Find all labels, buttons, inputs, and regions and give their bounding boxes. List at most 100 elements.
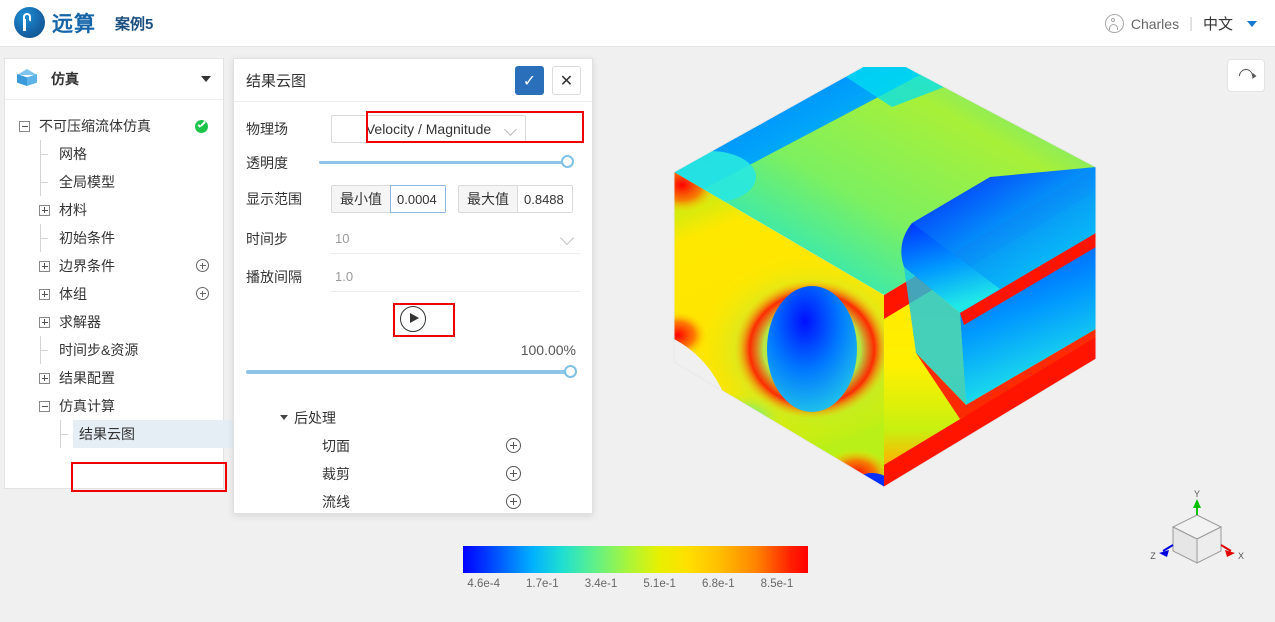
user-name-text: Charles xyxy=(1130,15,1180,32)
display-range-label: 显示范围 xyxy=(246,191,302,207)
axis-label-z: Z xyxy=(1150,551,1156,561)
opacity-label: 透明度 xyxy=(246,155,288,171)
tree-item-global-model[interactable]: 全局模型 xyxy=(5,168,223,196)
tree-expander-plus-icon[interactable] xyxy=(39,260,50,272)
postprocess-header[interactable]: 后处理 xyxy=(246,406,580,430)
legend-tick-3: 5.1e-1 xyxy=(643,578,676,590)
axis-label-y: Y xyxy=(1194,489,1200,499)
tree-expander-plus-icon[interactable] xyxy=(39,288,50,300)
triangle-down-icon[interactable] xyxy=(280,415,288,420)
3d-viewport[interactable]: Y X Z xyxy=(600,47,1275,622)
sidebar-header[interactable]: 仿真 xyxy=(5,59,223,100)
add-volume-group-icon[interactable] xyxy=(196,287,209,300)
tree-item-incompressible-flow[interactable]: 不可压缩流体仿真 xyxy=(5,112,223,140)
chevron-down-icon xyxy=(559,230,575,246)
slider-handle[interactable] xyxy=(561,155,574,168)
chevron-down-icon[interactable] xyxy=(1247,20,1257,27)
tree-branch-line xyxy=(59,420,70,448)
tree-item-material[interactable]: 材料 xyxy=(5,196,223,224)
tree-item-boundary-conditions[interactable]: 边界条件 xyxy=(5,252,223,280)
tree-item-label: 全局模型 xyxy=(59,174,115,190)
tree-item-result-config[interactable]: 结果配置 xyxy=(5,364,223,392)
play-button[interactable] xyxy=(400,306,426,332)
status-ok-icon xyxy=(195,120,208,133)
tree-expander-minus-icon[interactable] xyxy=(19,120,30,132)
axis-label-x: X xyxy=(1238,551,1244,561)
tree-expander-plus-icon[interactable] xyxy=(39,316,50,328)
timestep-value: 10 xyxy=(335,231,350,246)
play-interval-label: 播放间隔 xyxy=(246,269,302,285)
language-label[interactable]: 中文 xyxy=(1203,13,1233,34)
tree-expander-minus-icon[interactable] xyxy=(39,400,50,412)
max-value-input[interactable]: 0.8488 xyxy=(517,185,573,213)
tree-item-solver[interactable]: 求解器 xyxy=(5,308,223,336)
playback-progress-slider[interactable] xyxy=(246,364,577,380)
progress-percent-label: 100.00% xyxy=(520,342,576,358)
user-menu[interactable]: Charles xyxy=(1104,14,1180,33)
tree-item-timestep-resources[interactable]: 时间步&资源 xyxy=(5,336,223,364)
play-interval-row: 播放间隔 1.0 xyxy=(246,260,580,294)
timestep-select[interactable]: 10 xyxy=(331,224,580,254)
tree-branch-line xyxy=(39,140,50,168)
add-boundary-condition-icon[interactable] xyxy=(196,259,209,272)
dialog-header: 结果云图 ✓ ✕ xyxy=(234,59,592,102)
play-interval-value: 1.0 xyxy=(335,269,354,284)
postprocess-item-label: 切面 xyxy=(322,437,350,454)
postprocess-section: 后处理 切面 裁剪 流线 xyxy=(246,406,580,514)
tree-expander-plus-icon[interactable] xyxy=(39,372,50,384)
chevron-down-icon xyxy=(504,123,517,136)
axis-orientation-widget[interactable]: Y X Z xyxy=(1147,487,1247,577)
min-value-label: 最小值 xyxy=(331,185,390,213)
postprocess-item-slice[interactable]: 切面 xyxy=(246,433,580,458)
close-button[interactable]: ✕ xyxy=(552,66,581,95)
max-value-group: 最大值 0.8488 xyxy=(458,185,573,213)
brand-logo-group[interactable]: 远算 xyxy=(14,7,96,38)
tree-item-initial-conditions[interactable]: 初始条件 xyxy=(5,224,223,252)
min-value-input[interactable]: 0.0004 xyxy=(390,185,446,213)
cfd-result-model[interactable] xyxy=(660,54,1110,557)
physics-field-row: 物理场 Velocity / Magnitude xyxy=(246,112,580,146)
add-slice-icon[interactable] xyxy=(506,438,521,453)
postprocess-item-label: 裁剪 xyxy=(322,465,350,482)
tree-item-volume-group[interactable]: 体组 xyxy=(5,280,223,308)
tree-item-mesh[interactable]: 网格 xyxy=(5,140,223,168)
max-value-label: 最大值 xyxy=(458,185,517,213)
tree-item-label: 结果云图 xyxy=(73,420,233,448)
add-streamline-icon[interactable] xyxy=(506,494,521,509)
tree-item-label: 材料 xyxy=(59,202,87,218)
progress-handle[interactable] xyxy=(564,365,577,378)
cfd-model-svg xyxy=(673,54,1097,488)
legend-tick-4: 6.8e-1 xyxy=(701,578,735,590)
tree-item-result-contour[interactable]: 结果云图 xyxy=(5,420,233,448)
sidebar-collapse-chevron-icon[interactable] xyxy=(201,76,211,82)
postprocess-item-label: 流线 xyxy=(322,493,350,510)
top-header-bar: 远算 案例5 Charles | 中文 xyxy=(0,0,1275,47)
legend-tick-1: 1.7e-1 xyxy=(526,578,559,590)
tree-item-simulation-run[interactable]: 仿真计算 xyxy=(5,392,223,420)
header-divider: | xyxy=(1189,15,1193,32)
display-range-row: 显示范围 最小值 0.0004 最大值 0.8488 xyxy=(246,182,580,216)
physics-field-label: 物理场 xyxy=(246,121,288,137)
confirm-button[interactable]: ✓ xyxy=(515,66,544,95)
add-clip-icon[interactable] xyxy=(506,466,521,481)
play-controls xyxy=(246,303,580,340)
tree-branch-line xyxy=(39,336,50,364)
slider-fill xyxy=(319,161,573,164)
result-contour-dialog: 结果云图 ✓ ✕ 物理场 Velocity / Magnitude 透明度 显示… xyxy=(233,58,593,514)
range-inputs: 最小值 0.0004 最大值 0.8488 xyxy=(331,185,580,213)
sidebar-panel: 仿真 不可压缩流体仿真 网格 全局模型 材料 初始条件 边界条件 体组 求解器 … xyxy=(4,58,233,492)
tree-item-label: 网格 xyxy=(59,146,87,162)
reset-view-button[interactable] xyxy=(1227,59,1265,92)
postprocess-item-clip[interactable]: 裁剪 xyxy=(246,461,580,486)
physics-field-value: Velocity / Magnitude xyxy=(365,121,492,137)
tree-item-label: 时间步&资源 xyxy=(59,342,139,358)
tree-expander-plus-icon[interactable] xyxy=(39,204,50,216)
opacity-slider[interactable] xyxy=(319,154,574,170)
refresh-icon xyxy=(1236,65,1256,86)
physics-field-select[interactable]: Velocity / Magnitude xyxy=(331,115,526,143)
postprocess-item-streamline[interactable]: 流线 xyxy=(246,489,580,514)
dialog-action-buttons: ✓ ✕ xyxy=(515,66,581,95)
brand-name-text: 远算 xyxy=(52,12,96,36)
play-interval-input[interactable]: 1.0 xyxy=(331,262,580,292)
dialog-title: 结果云图 xyxy=(246,72,307,90)
